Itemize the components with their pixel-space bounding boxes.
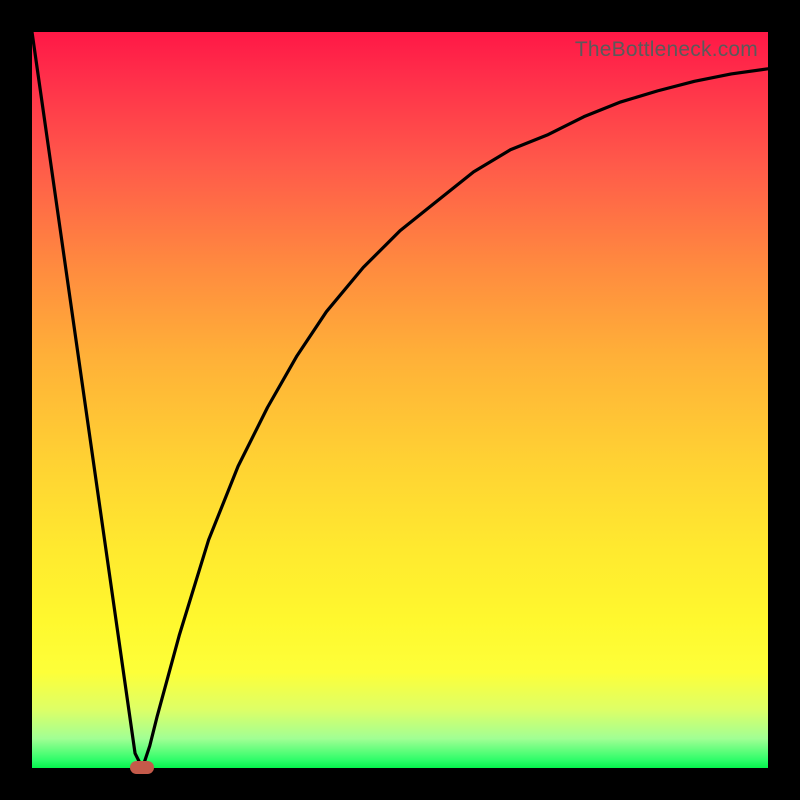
watermark-text: TheBottleneck.com xyxy=(575,38,758,62)
curve-layer xyxy=(32,32,768,768)
chart-frame: TheBottleneck.com xyxy=(0,0,800,800)
optimum-marker xyxy=(130,761,154,774)
plot-area: TheBottleneck.com xyxy=(32,32,768,768)
bottleneck-curve xyxy=(32,32,768,768)
